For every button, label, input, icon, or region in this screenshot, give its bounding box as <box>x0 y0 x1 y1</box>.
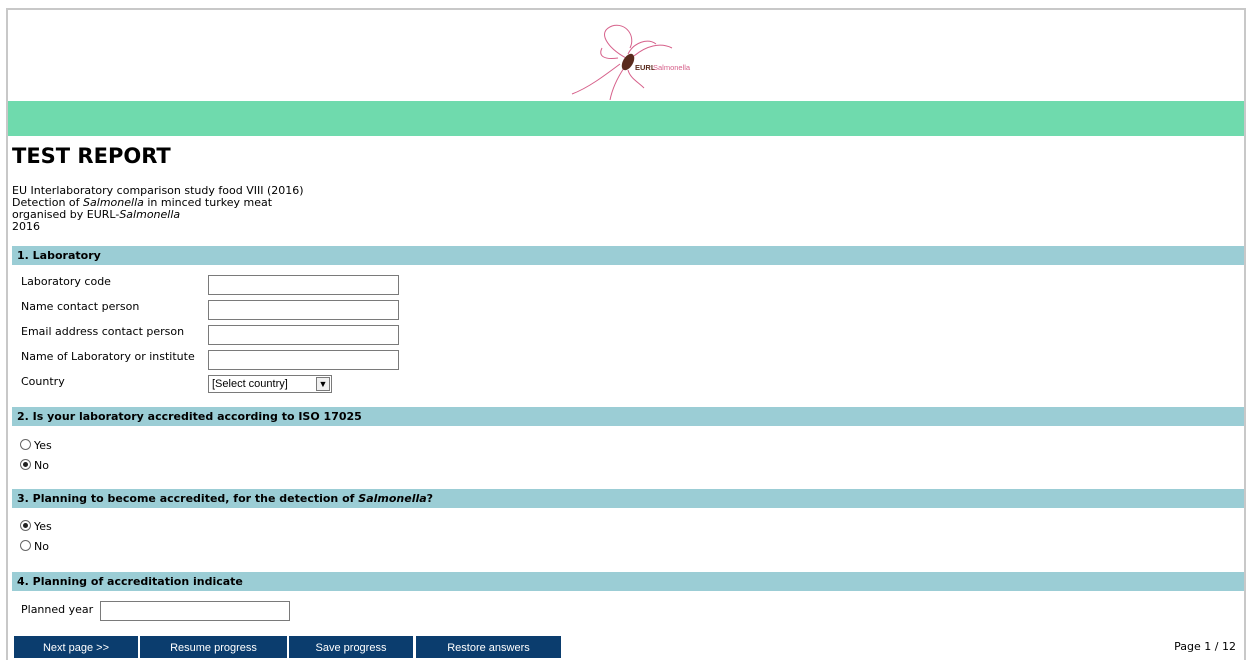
country-select[interactable]: [Select country] ▼ <box>208 375 332 393</box>
contact-email-label: Email address contact person <box>21 325 185 338</box>
eurl-salmonella-logo: EURL Salmonella <box>571 24 691 100</box>
page-title: TEST REPORT <box>12 144 171 168</box>
planning-yes-radio[interactable] <box>20 520 31 531</box>
page-indicator: Page 1 / 12 <box>1174 640 1236 653</box>
contact-email-input[interactable] <box>208 325 399 345</box>
intro-line-4: 2016 <box>12 220 40 233</box>
intro-line-3-italic: Salmonella <box>119 208 181 221</box>
laboratory-code-input[interactable] <box>208 275 399 295</box>
contact-name-input[interactable] <box>208 300 399 320</box>
accredited-no-option[interactable]: No <box>20 459 49 473</box>
restore-answers-button[interactable]: Restore answers <box>416 636 561 658</box>
planning-no-label: No <box>34 540 49 553</box>
logo-area: EURL Salmonella <box>8 10 1244 100</box>
laboratory-name-label: Name of Laboratory or institute <box>21 350 195 363</box>
contact-name-label: Name contact person <box>21 300 140 313</box>
chevron-down-icon[interactable]: ▼ <box>316 377 330 391</box>
planning-no-option[interactable]: No <box>20 540 49 554</box>
section-1-heading: 1. Laboratory <box>12 246 1244 265</box>
planning-no-radio[interactable] <box>20 540 31 551</box>
save-progress-button[interactable]: Save progress <box>289 636 413 658</box>
laboratory-name-input[interactable] <box>208 350 399 370</box>
header-band <box>8 101 1244 136</box>
intro-text: EU Interlaboratory comparison study food… <box>12 185 304 233</box>
accredited-yes-option[interactable]: Yes <box>20 439 52 453</box>
page-header: EURL Salmonella <box>6 8 1246 136</box>
resume-progress-button[interactable]: Resume progress <box>140 636 287 658</box>
country-select-value: [Select country] <box>212 378 288 390</box>
form-content: TEST REPORT EU Interlaboratory compariso… <box>6 134 1246 660</box>
logo-text-salmonella: Salmonella <box>653 63 691 72</box>
planned-year-label: Planned year <box>21 603 94 616</box>
section-3-heading-italic: Salmonella <box>358 492 427 505</box>
planning-yes-option[interactable]: Yes <box>20 520 52 534</box>
section-3-heading-post: ? <box>426 492 434 505</box>
country-label: Country <box>21 375 65 388</box>
intro-line-3: organised by EURL-Salmonella <box>12 209 304 221</box>
accredited-no-radio[interactable] <box>20 459 31 470</box>
section-2-heading: 2. Is your laboratory accredited accordi… <box>12 407 1244 426</box>
section-3-heading: 3. Planning to become accredited, for th… <box>12 489 1244 508</box>
next-page-button[interactable]: Next page >> <box>14 636 138 658</box>
planning-yes-label: Yes <box>34 520 52 533</box>
section-3-heading-pre: 3. Planning to become accredited, for th… <box>17 492 359 505</box>
accredited-no-label: No <box>34 459 49 472</box>
accredited-yes-label: Yes <box>34 439 52 452</box>
accredited-yes-radio[interactable] <box>20 439 31 450</box>
section-4-heading: 4. Planning of accreditation indicate <box>12 572 1244 591</box>
laboratory-code-label: Laboratory code <box>21 275 111 288</box>
planned-year-input[interactable] <box>100 601 290 621</box>
